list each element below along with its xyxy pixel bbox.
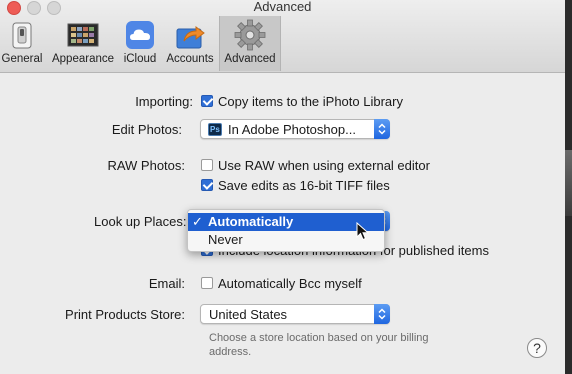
gear-icon — [234, 19, 266, 51]
background-window-strip — [565, 0, 572, 374]
copy-items-checkbox[interactable] — [201, 95, 213, 107]
general-switch-icon — [12, 22, 32, 49]
menu-item-automatically[interactable]: ✓ Automatically — [188, 213, 384, 231]
menu-item-never[interactable]: Never — [188, 231, 384, 249]
menu-item-never-label: Never — [208, 232, 243, 247]
use-raw-checkbox[interactable] — [201, 159, 213, 171]
window-title: Advanced — [253, 0, 312, 14]
popup-arrows-icon — [374, 119, 390, 139]
accounts-share-icon — [176, 26, 205, 49]
toolbar-general-label: General — [1, 53, 43, 65]
toolbar-icloud-label: iCloud — [123, 53, 157, 65]
photoshop-icon: Ps — [208, 123, 222, 136]
title-toolbar: Advanced General Appearance iCloud Accou… — [0, 0, 565, 73]
edit-photos-label: Edit Photos: — [111, 122, 182, 137]
toolbar-accounts-label: Accounts — [166, 53, 214, 65]
bcc-myself-label: Automatically Bcc myself — [218, 276, 362, 291]
icloud-icon — [126, 21, 154, 49]
bcc-myself-checkbox[interactable] — [201, 277, 213, 289]
toolbar-appearance-label: Appearance — [51, 53, 115, 65]
print-store-label: Print Products Store: — [65, 307, 185, 322]
toolbar-advanced-label: Advanced — [224, 53, 276, 65]
help-button[interactable]: ? — [527, 338, 547, 358]
preferences-window: Advanced General Appearance iCloud Accou… — [0, 0, 565, 374]
lookup-places-label: Look up Places: — [94, 214, 187, 229]
menu-item-automatically-label: Automatically — [208, 214, 294, 229]
toolbar-accounts[interactable]: Accounts — [162, 16, 218, 71]
toolbar-icloud[interactable]: iCloud — [120, 16, 160, 71]
copy-items-label: Copy items to the iPhoto Library — [218, 94, 403, 109]
popup-arrows-icon — [374, 304, 390, 324]
print-store-note: Choose a store location based on your bi… — [209, 332, 429, 358]
save-tiff-checkbox[interactable] — [201, 179, 213, 191]
print-store-popup[interactable]: United States — [200, 304, 390, 324]
mouse-pointer-icon — [356, 222, 370, 241]
email-label: Email: — [148, 276, 185, 291]
importing-label: Importing: — [135, 94, 193, 109]
save-tiff-label: Save edits as 16-bit TIFF files — [218, 178, 390, 193]
toolbar-advanced[interactable]: Advanced — [219, 16, 281, 71]
edit-photos-popup[interactable]: Ps In Adobe Photoshop... — [200, 119, 390, 139]
appearance-icon — [67, 23, 99, 47]
toolbar-appearance[interactable]: Appearance — [48, 16, 118, 71]
edit-photos-value: In Adobe Photoshop... — [228, 122, 356, 137]
checkmark-icon: ✓ — [192, 214, 203, 229]
raw-photos-label: RAW Photos: — [107, 158, 185, 173]
photoshop-icon-text: Ps — [210, 125, 220, 134]
background-thumbnail — [565, 150, 572, 216]
toolbar-general[interactable]: General — [0, 16, 44, 71]
use-raw-label: Use RAW when using external editor — [218, 158, 430, 173]
print-store-value: United States — [209, 307, 288, 322]
